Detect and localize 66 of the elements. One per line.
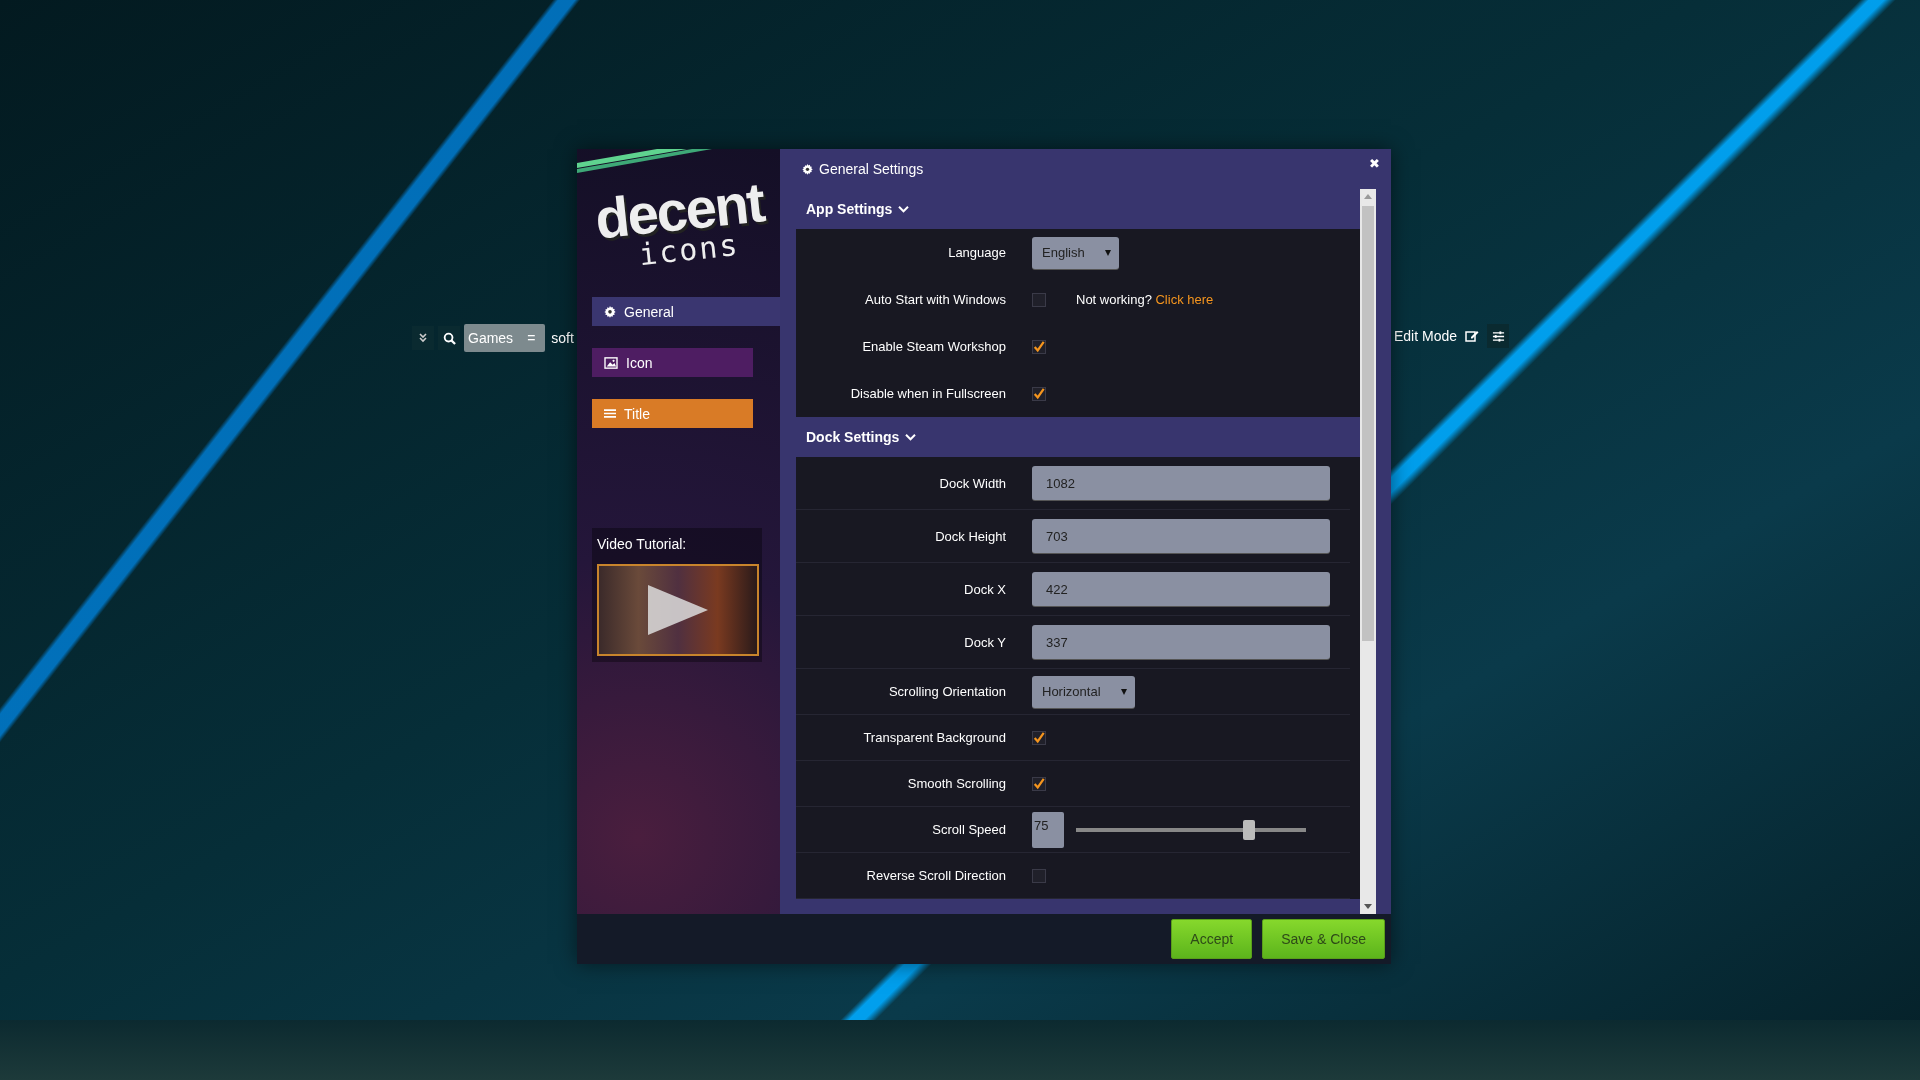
slider-thumb[interactable] [1242,819,1255,840]
setting-label: Transparent Background [862,730,1006,745]
checkmark-icon [1033,386,1045,401]
input-field[interactable]: 703 [1032,519,1330,553]
help-link[interactable]: Click here [1155,292,1214,307]
caret-icon [1104,249,1111,256]
scrollbar[interactable] [1360,189,1376,914]
video-thumbnail[interactable] [597,564,759,656]
section-header[interactable]: App Settings [796,189,916,229]
input-field[interactable]: 422 [1032,572,1330,606]
gear-icon [604,305,616,318]
search-button[interactable] [438,326,460,350]
checkbox[interactable] [1032,386,1046,401]
category-tab[interactable]: Games = [464,324,546,352]
checkmark-icon [1033,730,1045,745]
sidebar-tab[interactable]: General [592,297,780,326]
video-label: Video Tutorial: [597,536,688,552]
edit-mode-label: Edit Mode [1394,328,1458,344]
checkbox[interactable] [1032,730,1046,745]
setting-label: Scrolling Orientation [887,684,1006,699]
setting-label: Language [947,245,1006,260]
setting-label: Reverse Scroll Direction [865,868,1006,883]
setting-label: Enable Steam Workshop [861,339,1006,354]
setting-label: Dock Width [938,475,1006,491]
sidebar-tab[interactable]: Title [592,399,753,428]
checkbox[interactable] [1032,776,1046,791]
list-icon [604,408,616,419]
setting-label: Dock Y [963,634,1006,650]
setting-label: Dock Height [934,528,1006,544]
chevron-icon [905,432,917,442]
caret-icon [1120,688,1127,695]
setting-label: Dock X [963,581,1006,597]
value-field[interactable]: 75 [1032,811,1064,848]
dropdown[interactable]: English [1032,236,1119,269]
close-button[interactable]: ✖ [1367,154,1382,173]
setting-label: Auto Start with Windows [864,292,1006,307]
checkbox[interactable] [1032,292,1046,307]
setting-label: Smooth Scrolling [906,776,1006,791]
drag-handle[interactable]: = [527,330,536,346]
dropdown[interactable]: Horizontal [1032,675,1135,708]
sliders-icon [1491,329,1505,343]
save-close-button[interactable]: Save & Close [1262,919,1385,959]
section-header[interactable]: Dock Settings [796,417,923,457]
tab-label: Games [468,330,514,346]
expand-button[interactable] [412,326,434,350]
dialog-title: General Settings [819,161,924,177]
checkbox[interactable] [1032,339,1046,354]
setting-label: Disable when in Fullscreen [849,386,1006,401]
category-tab[interactable]: soft [549,330,574,346]
setting-label: Scroll Speed [931,822,1006,837]
help-text: Not working? Click here [1076,292,1214,307]
play-icon [648,585,708,635]
checkmark-icon [1033,776,1045,791]
sidebar-tab[interactable]: Icon [592,348,753,377]
checkbox[interactable] [1032,868,1046,883]
input-field[interactable]: 337 [1032,625,1330,659]
accept-button[interactable]: Accept [1171,919,1253,959]
search-icon [442,331,456,345]
checkmark-icon [1033,339,1045,354]
input-field[interactable]: 1082 [1032,466,1330,500]
edit-icon [1465,329,1480,343]
settings-button[interactable] [1487,324,1510,348]
chevron-icon [898,204,910,214]
chevrons-down-icon [418,333,428,343]
gear-icon [802,163,813,175]
image-icon [604,356,618,369]
